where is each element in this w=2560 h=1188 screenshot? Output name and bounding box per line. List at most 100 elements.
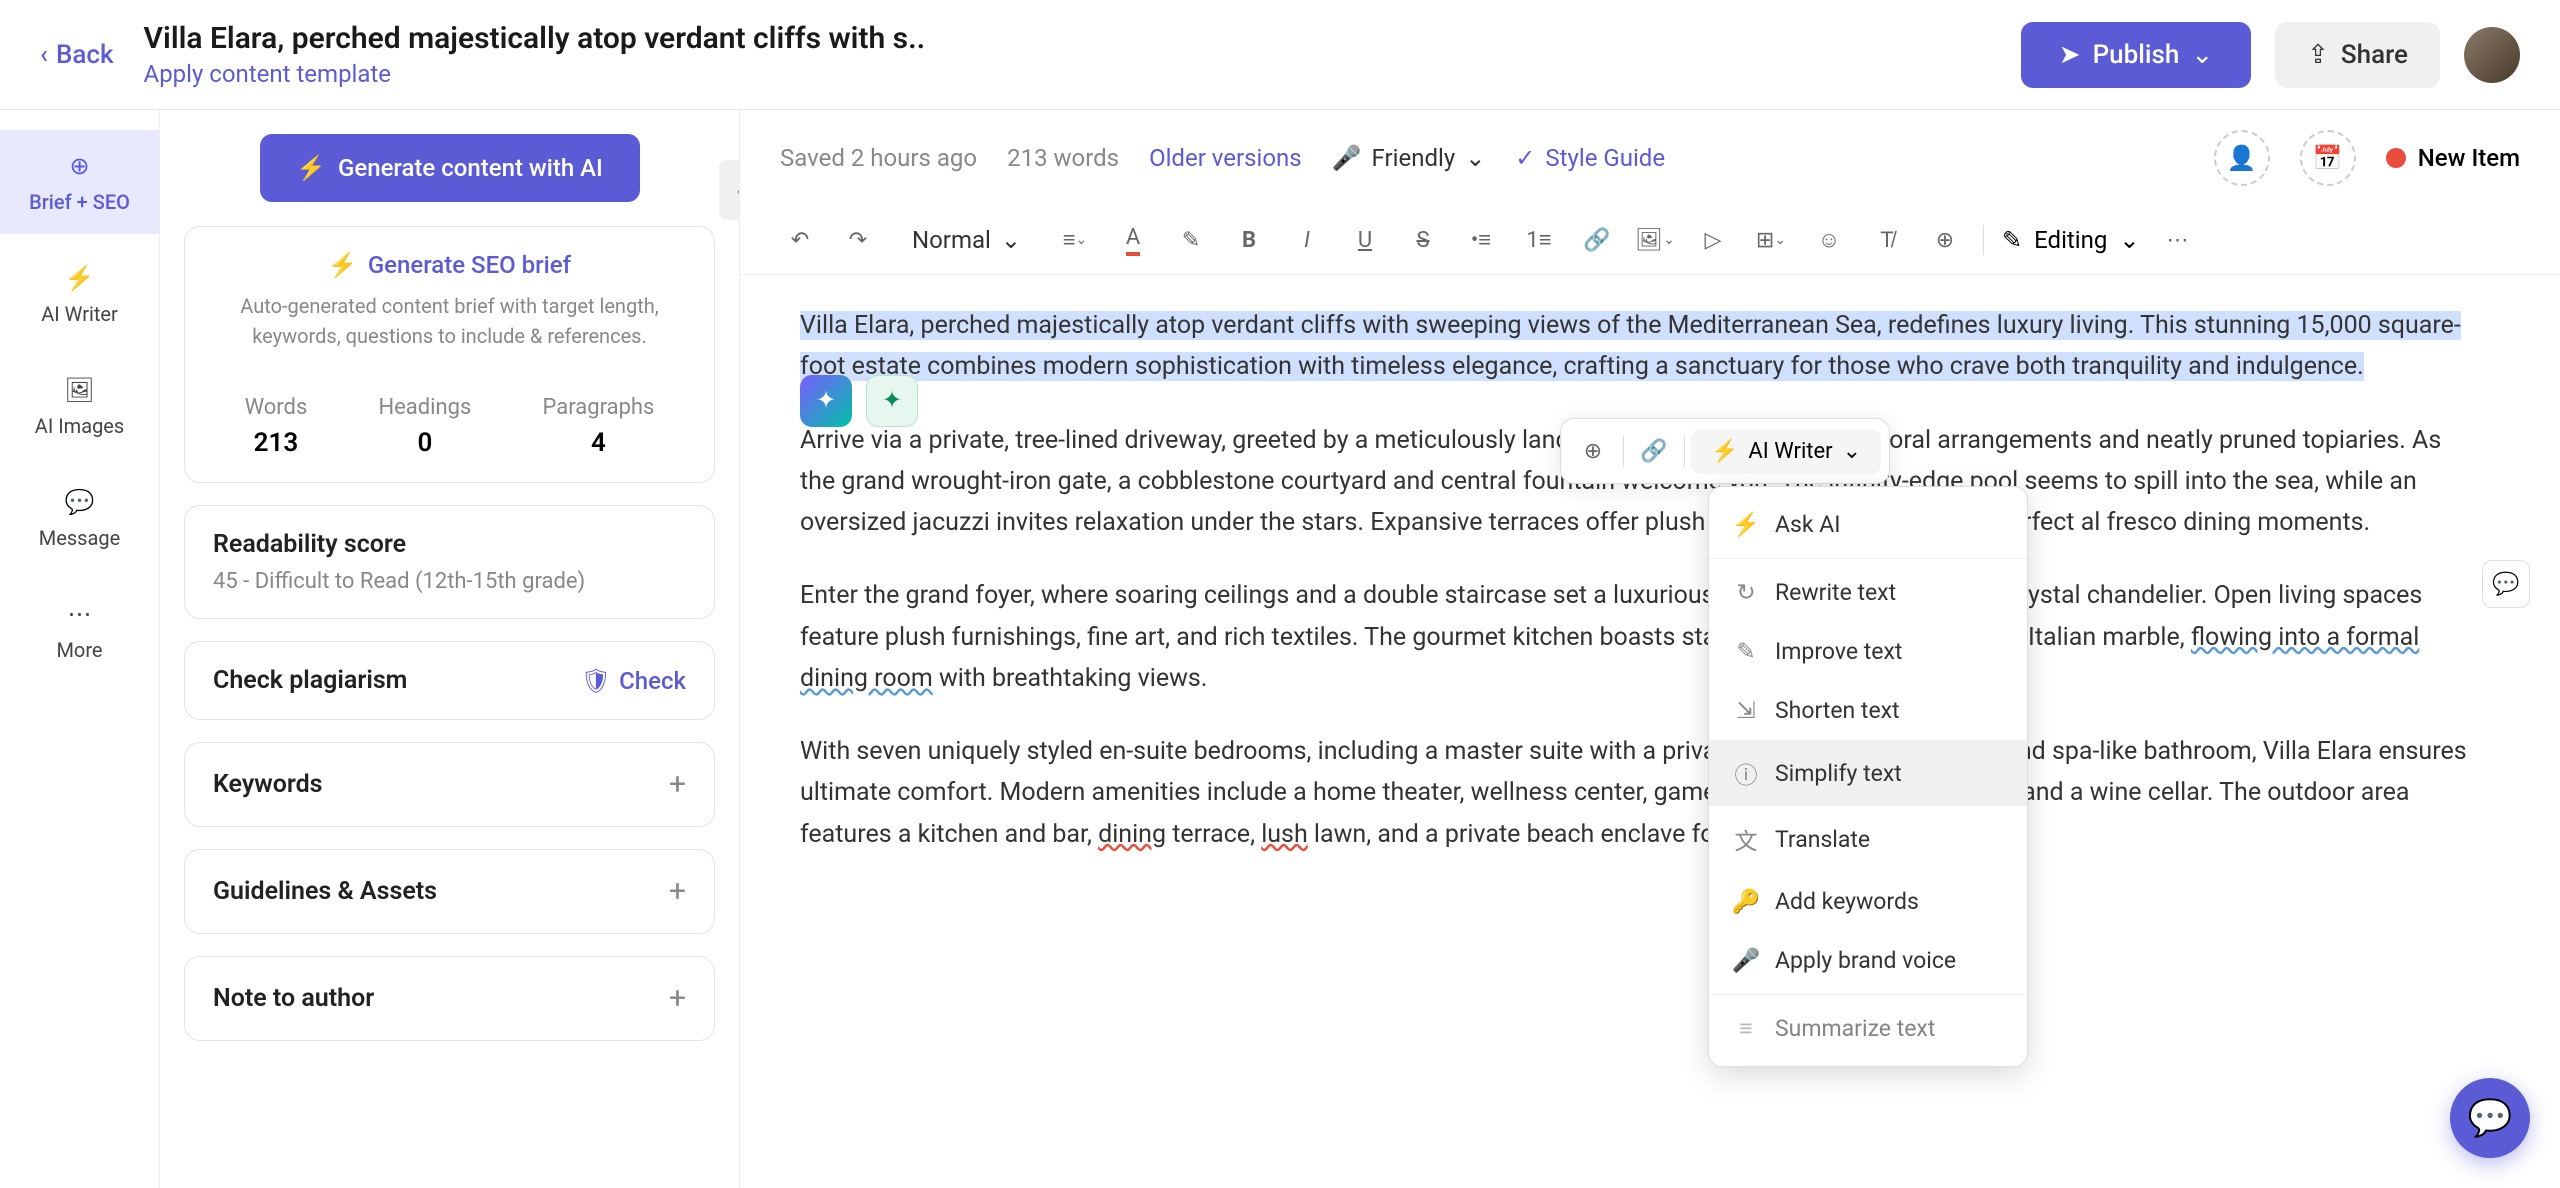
image-button[interactable]: 🖼⌄ <box>1635 220 1675 260</box>
text-color-button[interactable]: A <box>1113 220 1153 260</box>
keywords-title: Keywords <box>213 770 323 799</box>
more-toolbar-button[interactable]: ⋯ <box>2157 220 2197 260</box>
apply-template-link[interactable]: Apply content template <box>144 60 2021 88</box>
word-count: 213 words <box>1007 144 1119 172</box>
ai-writer-dropdown[interactable]: ⚡ AI Writer ⌄ <box>1691 429 1881 474</box>
menu-shorten[interactable]: ⇲ Shorten text <box>1709 681 2027 740</box>
share-icon: ⇪ <box>2307 40 2329 70</box>
user-plus-icon: 👤 <box>2227 144 2257 172</box>
new-item-label: New Item <box>2418 144 2520 172</box>
menu-translate[interactable]: 文 Translate <box>1709 806 2027 872</box>
chevron-down-icon: ⌄ <box>2191 40 2213 70</box>
send-icon: ➤ <box>2059 40 2081 70</box>
menu-improve[interactable]: ✎ Improve text <box>1709 622 2027 681</box>
older-versions-link[interactable]: Older versions <box>1149 144 1302 172</box>
generate-content-button[interactable]: ⚡ Generate content with AI <box>260 134 640 202</box>
share-button[interactable]: ⇪ Share <box>2275 22 2440 88</box>
plagiarism-card: Check plagiarism 🛡 Check <box>184 641 715 720</box>
strike-button[interactable]: S <box>1403 220 1443 260</box>
emoji-button[interactable]: ☺ <box>1809 220 1849 260</box>
paragraph[interactable]: With seven uniquely styled en-suite bedr… <box>800 731 2480 855</box>
underline-button[interactable]: U <box>1345 220 1385 260</box>
bolt-icon: ⚡ <box>64 262 96 294</box>
table-button[interactable]: ⊞⌄ <box>1751 220 1791 260</box>
check-plagiarism-link[interactable]: 🛡 Check <box>581 667 686 695</box>
gen-content-label: Generate content with AI <box>338 154 603 182</box>
video-button[interactable]: ▷ <box>1693 220 1733 260</box>
ai-suggest-button[interactable]: ✦ <box>866 375 918 427</box>
menu-add-keywords[interactable]: 🔑 Add keywords <box>1709 872 2027 931</box>
undo-button[interactable]: ↶ <box>780 220 820 260</box>
style-guide-link[interactable]: ✓ Style Guide <box>1515 144 1665 172</box>
publish-label: Publish <box>2093 40 2180 70</box>
selected-text: Villa Elara, perched majestically atop v… <box>800 311 2461 381</box>
publish-button[interactable]: ➤ Publish ⌄ <box>2021 22 2251 88</box>
paragraph[interactable]: Enter the grand foyer, where soaring cei… <box>800 575 2480 699</box>
chat-fab[interactable]: 💬 <box>2450 1078 2530 1158</box>
number-list-button[interactable]: 1≡ <box>1519 220 1559 260</box>
menu-summarize[interactable]: ≡ Summarize text <box>1709 999 2027 1058</box>
image-icon: 🖼 <box>1635 228 1663 253</box>
editing-mode-select[interactable]: ✎ Editing ⌄ <box>2002 226 2139 254</box>
block-format-select[interactable]: Normal ⌄ <box>896 218 1037 262</box>
link-button[interactable]: 🔗 <box>1630 427 1678 475</box>
insert-block-button[interactable]: ⊕ <box>1569 427 1617 475</box>
spell-flag[interactable]: lush <box>1261 820 1308 849</box>
add-comment-button[interactable]: 💬 <box>2482 560 2530 608</box>
guidelines-card[interactable]: Guidelines & Assets + <box>184 849 715 934</box>
keywords-card[interactable]: Keywords + <box>184 742 715 827</box>
rail-label: Brief + SEO <box>29 190 130 214</box>
generate-seo-brief-link[interactable]: ⚡ Generate SEO brief <box>209 251 690 279</box>
rail-message[interactable]: 💬 Message <box>0 466 159 570</box>
stat-value: 0 <box>378 428 471 458</box>
highlight-button[interactable]: ✎ <box>1171 220 1211 260</box>
menu-label: Ask AI <box>1775 511 1841 538</box>
chevron-down-icon: ⌄ <box>1843 439 1861 464</box>
info-icon: ⓘ <box>1733 756 1759 790</box>
add-user-button[interactable]: 👤 <box>2214 130 2270 186</box>
redo-button[interactable]: ↷ <box>838 220 878 260</box>
spell-flag[interactable]: dining <box>1098 820 1166 849</box>
rail-ai-images[interactable]: 🖼 AI Images <box>0 354 159 458</box>
rail-brief-seo[interactable]: ⊕ Brief + SEO <box>0 130 159 234</box>
italic-icon: I <box>1304 228 1310 253</box>
collapse-panel-button[interactable]: ‹ <box>719 160 740 220</box>
menu-simplify[interactable]: ⓘ Simplify text <box>1709 740 2027 806</box>
menu-label: Apply brand voice <box>1775 947 1956 974</box>
menu-brand-voice[interactable]: 🎤 Apply brand voice <box>1709 931 2027 990</box>
rail-ai-writer[interactable]: ⚡ AI Writer <box>0 242 159 346</box>
style-guide-label: Style Guide <box>1545 144 1665 172</box>
paragraph[interactable]: Villa Elara, perched majestically atop v… <box>800 305 2480 388</box>
ai-magic-button[interactable]: ✦ <box>800 375 852 427</box>
plus-icon: ⊕ <box>1584 439 1602 464</box>
insert-button[interactable]: ⊕ <box>1925 220 1965 260</box>
align-button[interactable]: ≡⌄ <box>1055 220 1095 260</box>
back-link[interactable]: ‹ Back <box>40 40 114 70</box>
add-date-button[interactable]: 📅 <box>2300 130 2356 186</box>
target-icon: ⊕ <box>64 150 96 182</box>
undo-icon: ↶ <box>791 228 809 253</box>
document-body[interactable]: Villa Elara, perched majestically atop v… <box>740 275 2560 917</box>
note-card[interactable]: Note to author + <box>184 956 715 1041</box>
chevron-left-icon: ‹ <box>40 40 48 70</box>
bullet-list-button[interactable]: •≡ <box>1461 220 1501 260</box>
plus-box-icon: ⊕ <box>1936 228 1954 253</box>
menu-rewrite[interactable]: ↻ Rewrite text <box>1709 563 2027 622</box>
clear-format-button[interactable]: T̸ <box>1867 220 1907 260</box>
italic-button[interactable]: I <box>1287 220 1327 260</box>
menu-ask-ai[interactable]: ⚡ Ask AI <box>1709 495 2027 554</box>
separator <box>1983 225 1984 255</box>
rail-more[interactable]: ⋯ More <box>0 578 159 682</box>
stat-headings: Headings 0 <box>378 395 471 458</box>
image-icon: 🖼 <box>64 374 96 406</box>
stat-value: 4 <box>543 428 655 458</box>
bold-button[interactable]: B <box>1229 220 1269 260</box>
link-button[interactable]: 🔗 <box>1577 220 1617 260</box>
tone-selector[interactable]: 🎤 Friendly ⌄ <box>1332 144 1486 172</box>
stat-paragraphs: Paragraphs 4 <box>543 395 655 458</box>
rail-label: Message <box>39 526 120 550</box>
key-icon: 🔑 <box>1733 888 1759 915</box>
ai-writer-label: AI Writer <box>1748 439 1832 464</box>
separator <box>1684 435 1685 467</box>
user-avatar[interactable] <box>2464 27 2520 83</box>
